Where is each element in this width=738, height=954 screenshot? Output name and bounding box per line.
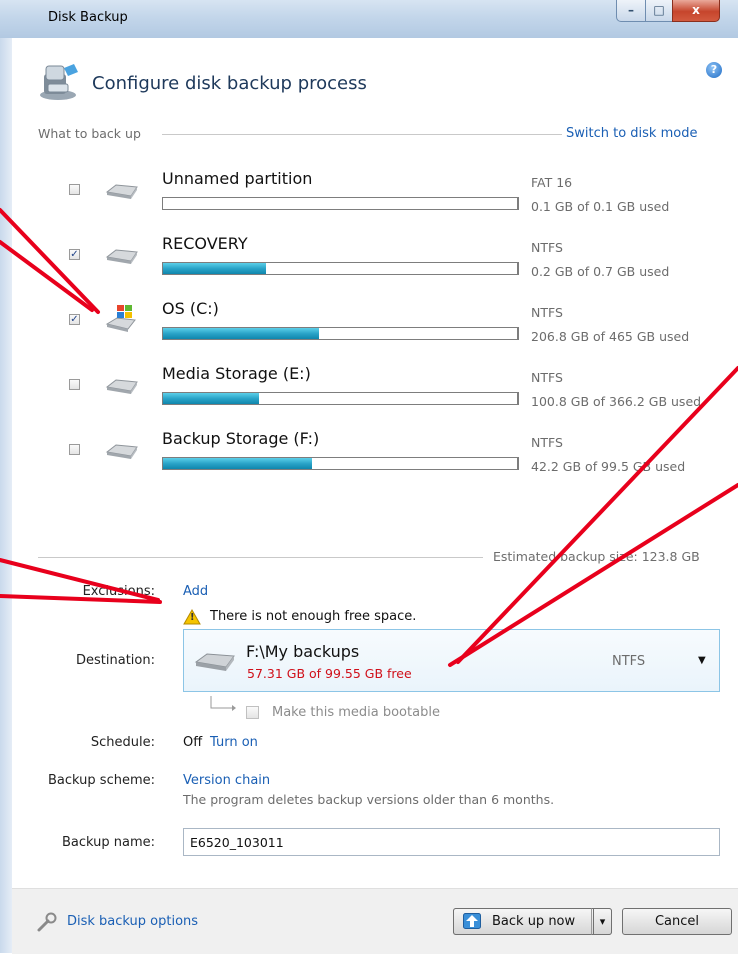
- red-annotation-overlay: [0, 208, 738, 667]
- annotation-line: [0, 240, 94, 312]
- annotation-line: [0, 558, 160, 602]
- annotation-line: [0, 208, 100, 314]
- annotation-line: [448, 483, 738, 667]
- annotation-line: [456, 366, 738, 664]
- annotation-line: [0, 594, 162, 604]
